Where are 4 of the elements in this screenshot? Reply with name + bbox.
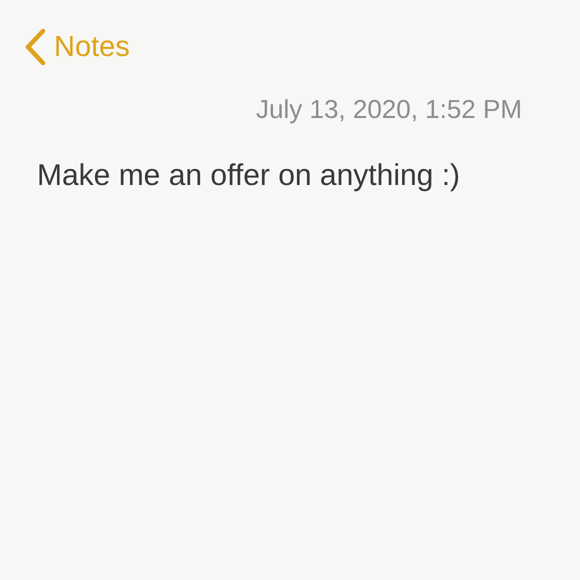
back-button[interactable]: Notes: [24, 28, 130, 66]
chevron-left-icon: [24, 28, 46, 66]
note-date: July 13, 2020, 1:52 PM: [255, 94, 523, 125]
note-text: Make me an offer on anything :): [36, 159, 462, 193]
